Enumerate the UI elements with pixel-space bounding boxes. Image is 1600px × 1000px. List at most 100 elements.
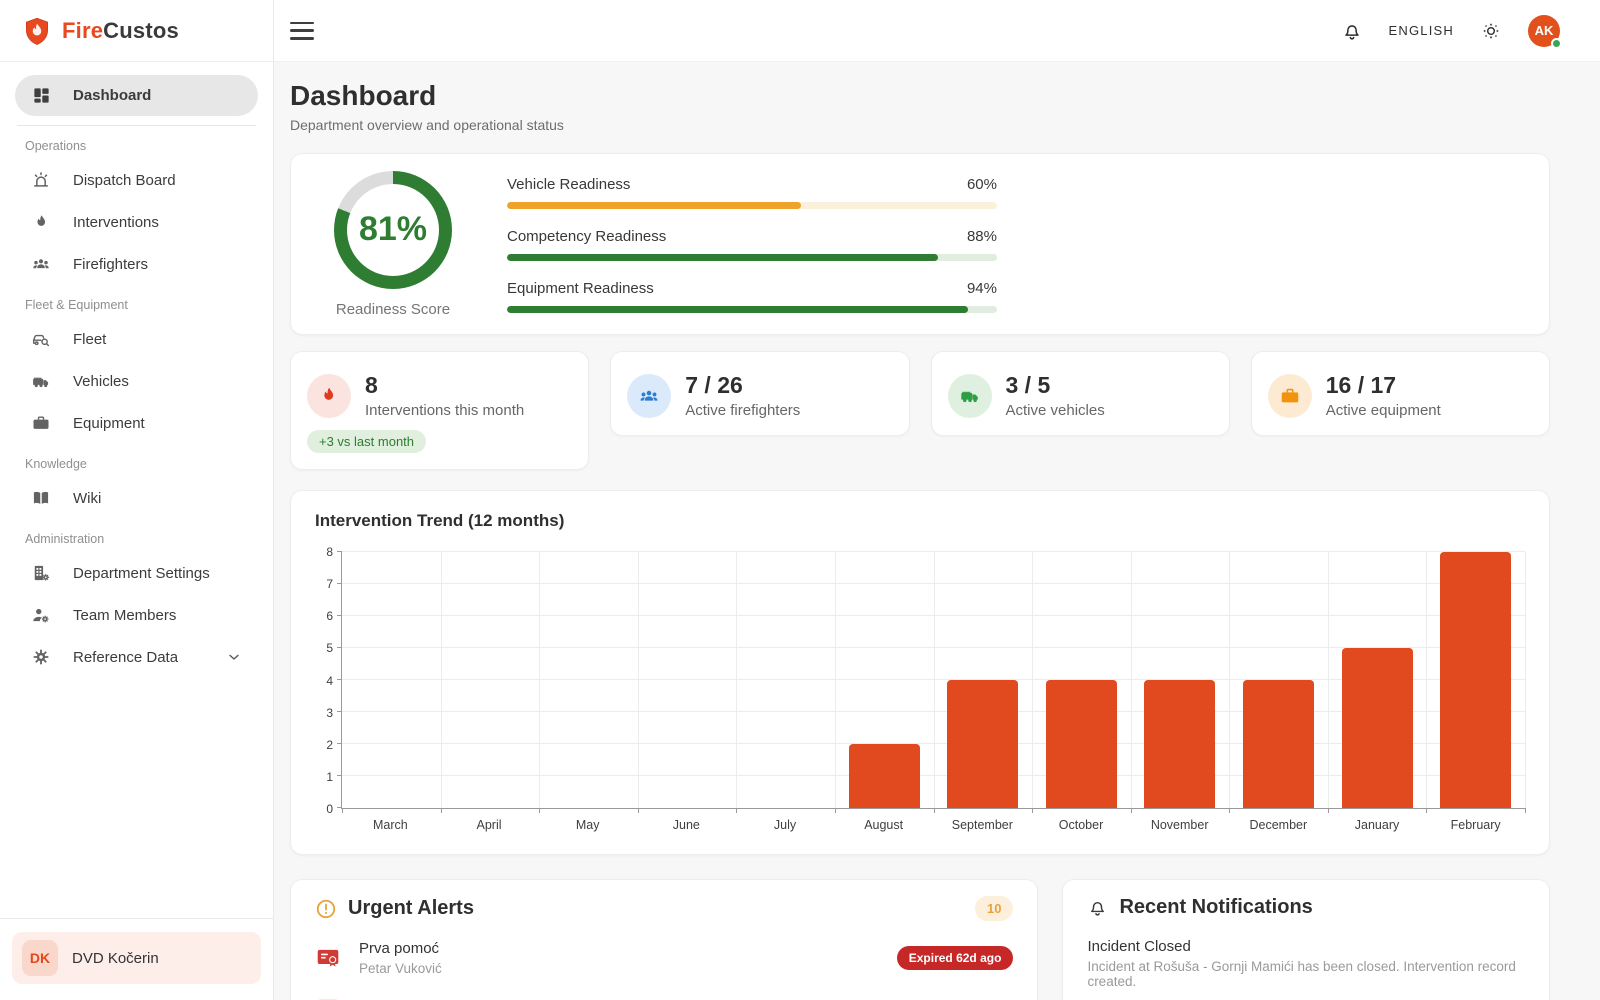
gridline (1328, 552, 1329, 808)
metric-label: Competency Readiness (507, 228, 666, 245)
gridline (835, 552, 836, 808)
alert-list-item[interactable]: Prva pomoć Petar Vuković Expired 62d ago (315, 940, 1013, 976)
sidebar-item-wiki[interactable]: Wiki (15, 477, 258, 519)
fire-truck-icon (948, 374, 992, 418)
notifications-title: Recent Notifications (1119, 896, 1312, 919)
user-profile-button[interactable]: DK DVD Kočerin (12, 932, 261, 984)
metric-label: Equipment Readiness (507, 280, 654, 297)
sidebar-item-label: Wiki (73, 490, 101, 507)
chart-bar-october[interactable] (1046, 680, 1117, 808)
x-axis-tick: December (1249, 818, 1307, 832)
y-axis-tick: 7 (326, 577, 333, 591)
stat-label: Interventions this month (365, 402, 524, 419)
stat-card-firefighters: 7 / 26 Active firefighters (610, 351, 909, 436)
sidebar-item-firefighters[interactable]: Firefighters (15, 243, 258, 285)
y-tick (337, 615, 342, 616)
toolbox-icon (1268, 374, 1312, 418)
warning-circle-icon (315, 898, 337, 920)
chart-bar-january[interactable] (1342, 648, 1413, 808)
user-name: DVD Kočerin (72, 950, 159, 967)
book-icon (31, 488, 51, 508)
section-label-fleet-equipment: Fleet & Equipment (25, 298, 248, 312)
gridline (539, 552, 540, 808)
readiness-metrics: Vehicle Readiness60% Competency Readines… (507, 176, 997, 313)
y-tick (337, 775, 342, 776)
intervention-chart-xlabels: MarchAprilMayJuneJulyAugustSeptemberOcto… (341, 809, 1525, 835)
x-axis-tick: January (1355, 818, 1399, 832)
recent-notifications-card: Recent Notifications Incident Closed Inc… (1062, 879, 1550, 1000)
sidebar-item-dashboard[interactable]: Dashboard (15, 75, 258, 116)
gridline (1131, 552, 1132, 808)
y-axis-tick: 4 (326, 674, 333, 688)
y-tick (337, 551, 342, 552)
metric-value: 88% (967, 228, 997, 245)
metric-equipment-readiness: Equipment Readiness94% (507, 280, 997, 313)
expired-badge: Expired 62d ago (897, 946, 1014, 970)
progress-fill (507, 306, 968, 313)
toolbox-icon (31, 413, 51, 433)
language-selector[interactable]: ENGLISH (1389, 23, 1454, 38)
readiness-gauge: 81% (334, 171, 452, 289)
metric-value: 60% (967, 176, 997, 193)
stat-label: Active vehicles (1006, 402, 1105, 419)
bell-icon (1087, 897, 1108, 918)
x-axis-tick: September (952, 818, 1013, 832)
trend-badge: +3 vs last month (307, 430, 426, 453)
flame-icon (307, 374, 351, 418)
stat-label: Active firefighters (685, 402, 800, 419)
online-status-dot (1551, 38, 1562, 49)
x-axis-tick: February (1451, 818, 1501, 832)
sidebar-item-reference-data[interactable]: Reference Data (15, 636, 258, 678)
progress-fill (507, 202, 801, 209)
alerts-title: Urgent Alerts (348, 897, 474, 920)
intervention-chart-ylabels: 012345678 (315, 552, 341, 809)
chart-bar-february[interactable] (1440, 552, 1511, 808)
brand-name: FireCustos (62, 18, 179, 44)
chart-bar-august[interactable] (849, 744, 920, 808)
chart-bar-september[interactable] (947, 680, 1018, 808)
people-icon (627, 374, 671, 418)
gridline (1525, 552, 1526, 808)
account-avatar[interactable]: AK (1528, 15, 1560, 47)
gridline (1229, 552, 1230, 808)
notification-title: Incident Closed (1087, 938, 1525, 955)
stat-value: 7 / 26 (685, 372, 800, 399)
dashboard-content: Dashboard Department overview and operat… (274, 62, 1600, 1000)
sidebar-item-interventions[interactable]: Interventions (15, 201, 258, 243)
brightness-icon[interactable] (1480, 20, 1502, 42)
sidebar-footer: DK DVD Kočerin (0, 918, 273, 1000)
sidebar-item-vehicles[interactable]: Vehicles (15, 360, 258, 402)
sidebar-item-label: Interventions (73, 214, 159, 231)
divider (17, 125, 256, 126)
gridline (638, 552, 639, 808)
stat-card-equipment: 16 / 17 Active equipment (1251, 351, 1550, 436)
people-icon (31, 254, 51, 274)
sidebar-item-label: Firefighters (73, 256, 148, 273)
progress-fill (507, 254, 938, 261)
chart-bar-november[interactable] (1144, 680, 1215, 808)
stat-value: 3 / 5 (1006, 372, 1105, 399)
chart-bar-december[interactable] (1243, 680, 1314, 808)
shield-flame-icon (22, 16, 52, 46)
x-axis-tick: May (576, 818, 600, 832)
notification-list-item[interactable]: Incident Closed Incident at Rošuša - Gor… (1087, 938, 1525, 989)
y-axis-tick: 6 (326, 609, 333, 623)
x-axis-tick: April (476, 818, 501, 832)
sidebar-item-team-members[interactable]: Team Members (15, 594, 258, 636)
car-search-icon (31, 329, 51, 349)
stat-value: 16 / 17 (1326, 372, 1441, 399)
metric-vehicle-readiness: Vehicle Readiness60% (507, 176, 997, 209)
y-tick (337, 583, 342, 584)
sidebar-item-equipment[interactable]: Equipment (15, 402, 258, 444)
menu-icon[interactable] (290, 22, 314, 40)
sidebar-item-dispatch-board[interactable]: Dispatch Board (15, 159, 258, 201)
sidebar-item-department-settings[interactable]: Department Settings (15, 552, 258, 594)
chart-title: Intervention Trend (12 months) (315, 511, 1525, 531)
bell-icon[interactable] (1341, 20, 1363, 42)
section-label-knowledge: Knowledge (25, 457, 248, 471)
sidebar-item-fleet[interactable]: Fleet (15, 318, 258, 360)
page-subtitle: Department overview and operational stat… (290, 117, 1550, 133)
user-gear-icon (31, 605, 51, 625)
alert-list-item[interactable]: Prva pomoć (315, 995, 1013, 1000)
gridline (934, 552, 935, 808)
